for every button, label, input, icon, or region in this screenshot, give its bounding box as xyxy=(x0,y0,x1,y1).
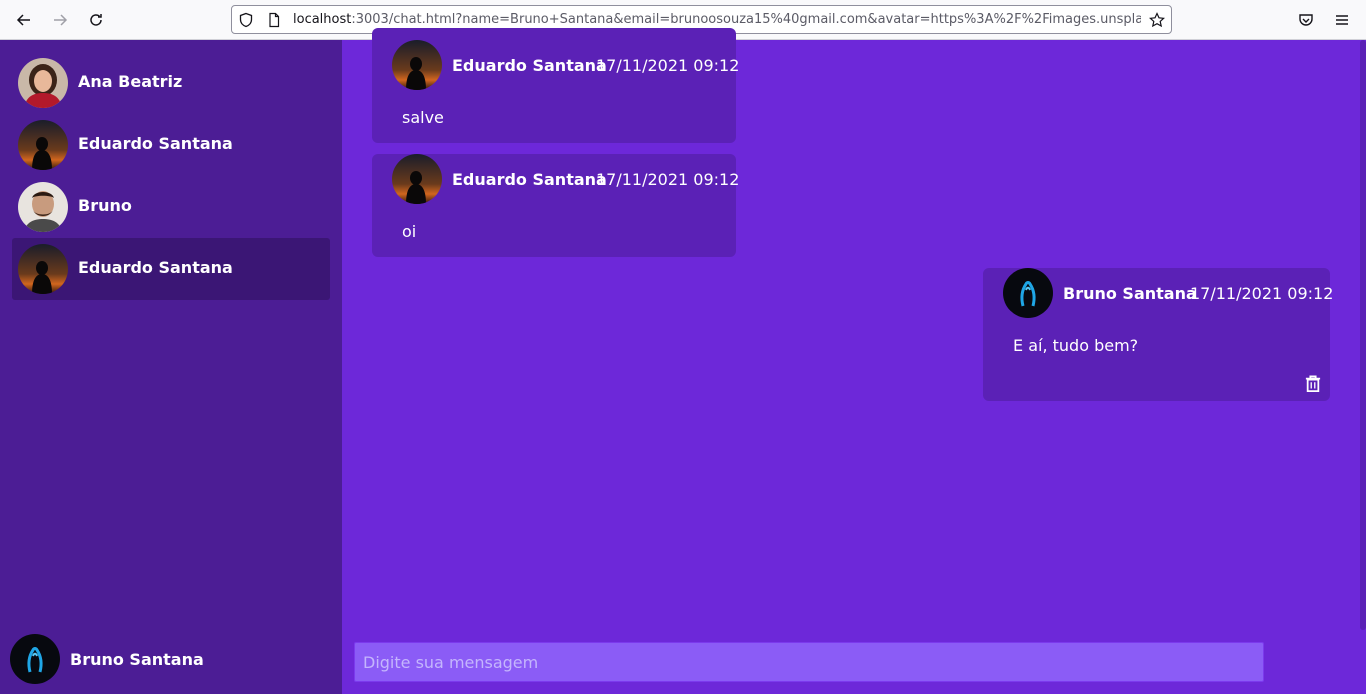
message-text: oi xyxy=(402,222,417,241)
message-author: Eduardo Santana xyxy=(452,170,607,189)
message-author: Eduardo Santana xyxy=(452,56,607,75)
back-button[interactable] xyxy=(12,8,36,32)
contact-name: Eduardo Santana xyxy=(78,134,233,153)
page-icon[interactable] xyxy=(266,12,282,28)
avatar xyxy=(18,58,68,108)
trash-icon xyxy=(1305,375,1321,392)
forward-button[interactable] xyxy=(48,8,72,32)
bookmark-star-icon[interactable] xyxy=(1149,12,1165,28)
message-time: 17/11/2021 09:12 xyxy=(596,56,740,75)
pocket-button[interactable] xyxy=(1294,8,1318,32)
contact-item[interactable]: Ana Beatriz xyxy=(12,52,330,114)
contact-name: Eduardo Santana xyxy=(78,258,233,277)
contact-name: Bruno xyxy=(78,196,132,215)
menu-button[interactable] xyxy=(1330,8,1354,32)
forward-arrow-icon xyxy=(54,14,68,26)
message-time: 17/11/2021 09:12 xyxy=(596,170,740,189)
chat-scrollbar[interactable] xyxy=(1360,40,1366,630)
back-arrow-icon xyxy=(16,14,30,26)
message-card: Eduardo Santana 17/11/2021 09:12 oi xyxy=(372,154,740,257)
avatar xyxy=(392,40,442,90)
contact-item[interactable]: Bruno xyxy=(12,176,330,238)
current-user-avatar xyxy=(10,634,60,684)
url-text[interactable]: localhost:3003/chat.html?name=Bruno+Sant… xyxy=(293,11,1141,29)
current-user-name: Bruno Santana xyxy=(70,650,204,669)
message-card-own: Bruno Santana 17/11/2021 09:12 E aí, tud… xyxy=(983,268,1334,401)
hamburger-menu-icon xyxy=(1336,15,1348,25)
current-user: Bruno Santana xyxy=(0,630,342,694)
url-path: :3003/chat.html?name=Bruno+Santana&email… xyxy=(351,12,1141,27)
message-author: Bruno Santana xyxy=(1063,284,1197,303)
avatar xyxy=(18,120,68,170)
avatar xyxy=(1003,268,1053,318)
message-input-wrapper xyxy=(354,642,1264,682)
message-text: salve xyxy=(402,108,444,127)
contacts-sidebar: Ana Beatriz Eduardo Santana Bruno Eduard… xyxy=(0,40,342,694)
message-time: 17/11/2021 09:12 xyxy=(1190,284,1334,303)
message-card: Eduardo Santana 17/11/2021 09:12 salve xyxy=(372,28,740,143)
delete-message-button[interactable] xyxy=(1304,374,1322,394)
avatar xyxy=(18,244,68,294)
pocket-icon xyxy=(1299,14,1313,26)
message-text: E aí, tudo bem? xyxy=(1013,336,1139,355)
contact-name: Ana Beatriz xyxy=(78,72,183,91)
contact-item[interactable]: Eduardo Santana xyxy=(12,114,330,176)
url-host: localhost xyxy=(293,12,352,27)
contact-item-active[interactable]: Eduardo Santana xyxy=(12,238,330,300)
reload-button[interactable] xyxy=(84,8,108,32)
reload-icon xyxy=(90,14,102,26)
shield-icon[interactable] xyxy=(238,12,254,28)
avatar xyxy=(18,182,68,232)
message-input[interactable] xyxy=(355,643,1263,681)
chat-panel: Eduardo Santana 17/11/2021 09:12 salve E… xyxy=(342,28,1366,694)
avatar xyxy=(392,154,442,204)
